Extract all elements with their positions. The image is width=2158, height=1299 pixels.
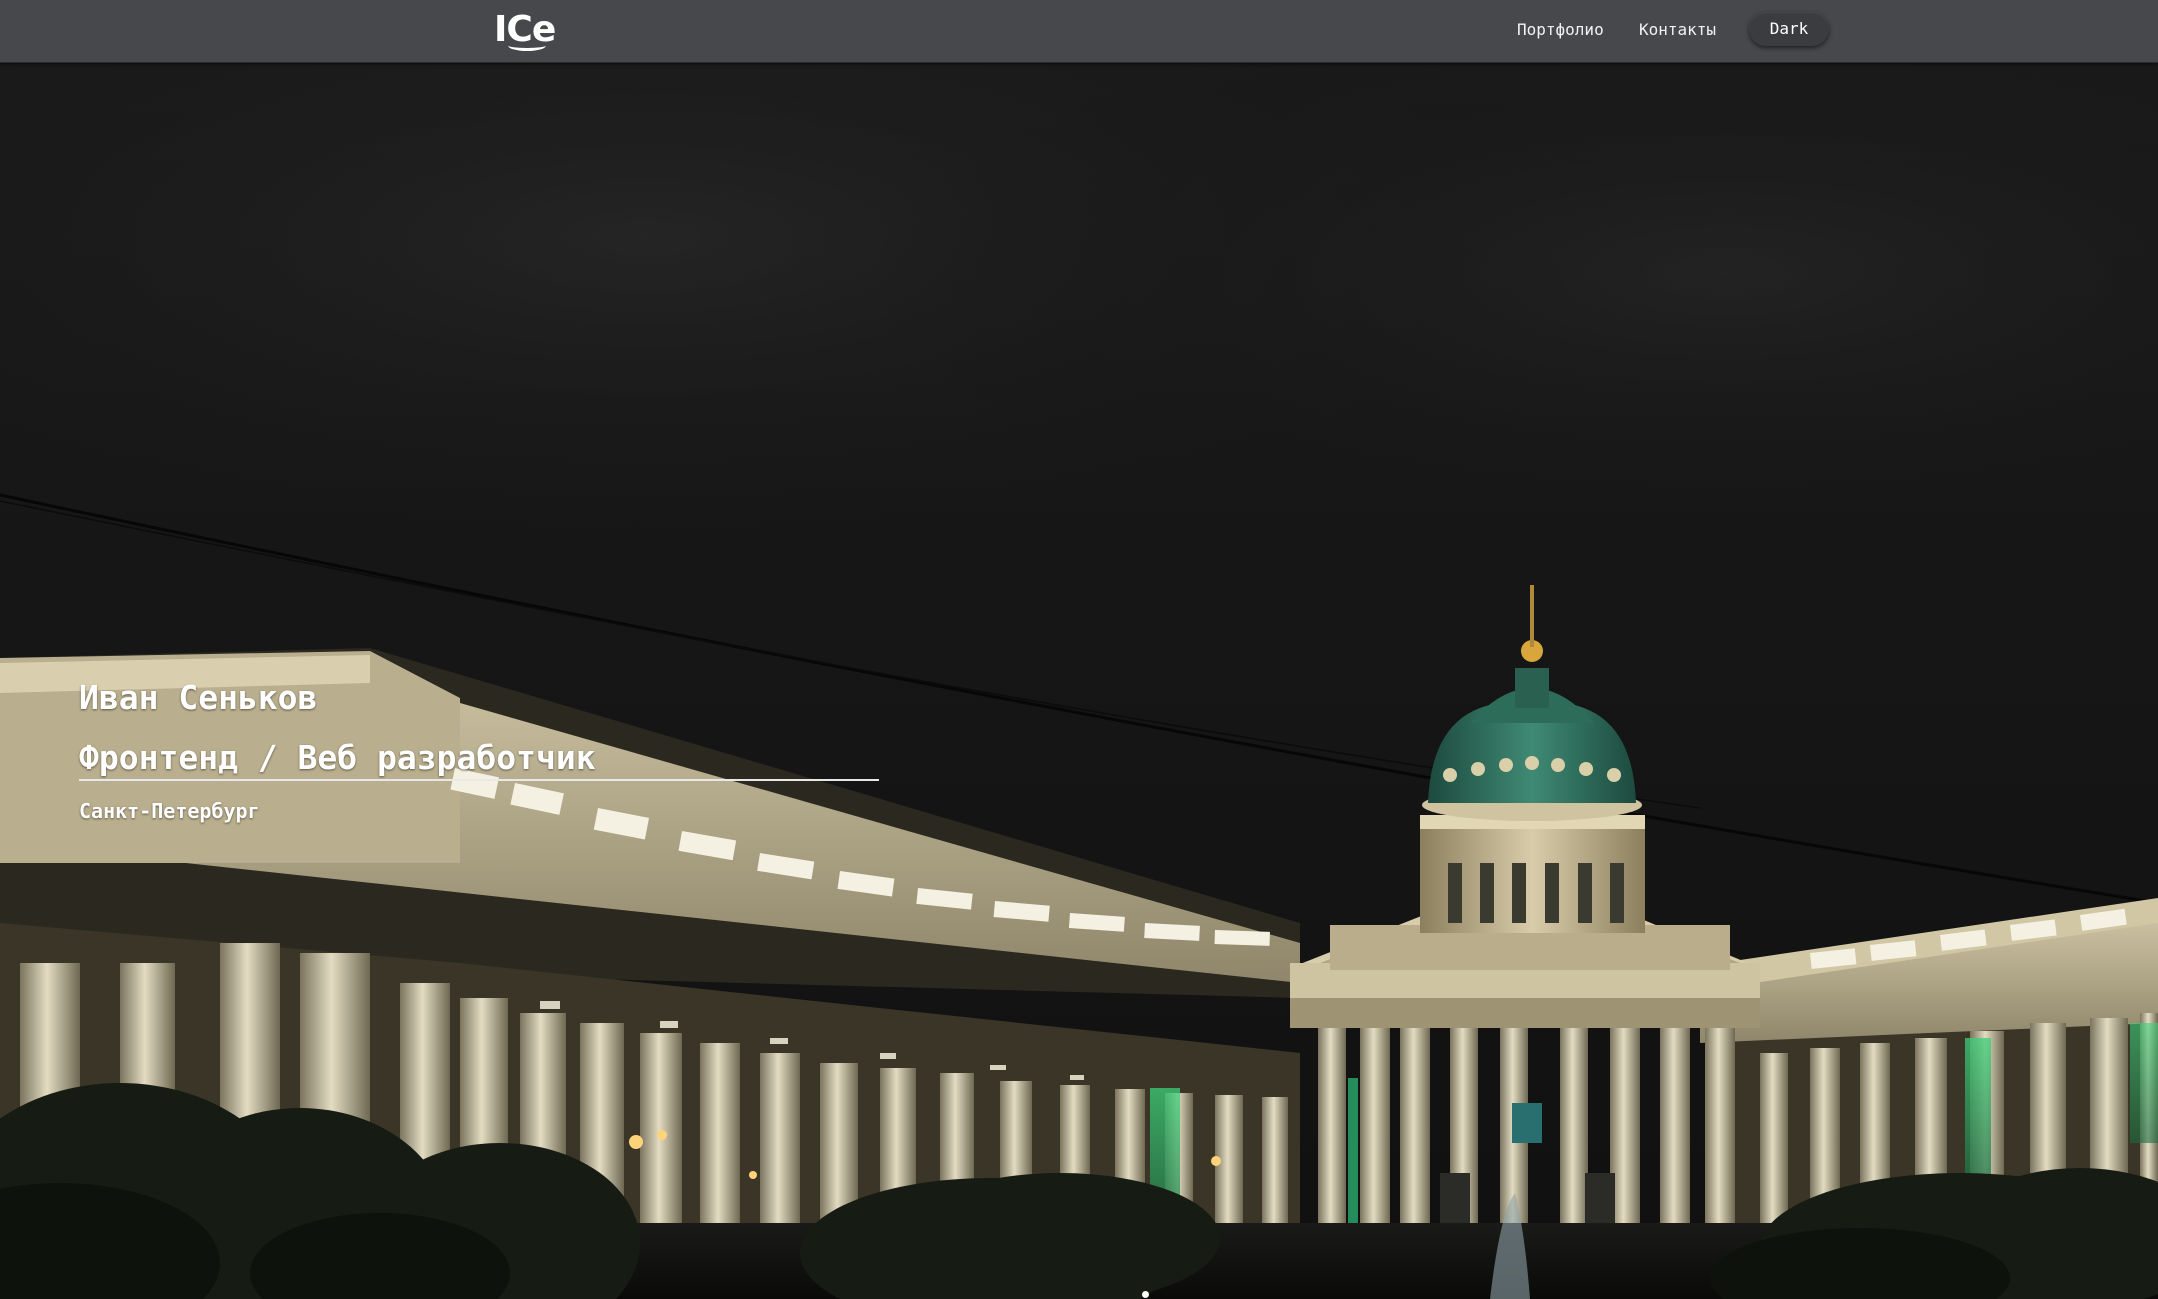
page: ICe Портфолио Контакты Dark Иван Сеньков… — [0, 0, 2158, 1299]
hero-role: Фронтенд / Веб разработчик — [79, 738, 596, 777]
nav-link-portfolio[interactable]: Портфолио — [1517, 19, 1604, 41]
scroll-indicator-dot[interactable] — [1142, 1291, 1149, 1298]
logo-swoosh-icon — [508, 40, 546, 51]
hero-section: Иван Сеньков Фронтенд / Веб разработчик … — [0, 63, 2158, 1299]
hero-background-image — [0, 63, 2158, 1299]
hero-underline-divider — [79, 779, 879, 781]
nav-link-contacts[interactable]: Контакты — [1639, 19, 1716, 41]
hero-city: Санкт-Петербург — [79, 799, 260, 823]
hero-name: Иван Сеньков — [79, 678, 318, 717]
site-logo[interactable]: ICe — [494, 8, 556, 52]
top-navbar: ICe Портфолио Контакты Dark — [0, 0, 2158, 63]
theme-toggle-button[interactable]: Dark — [1749, 12, 1829, 46]
